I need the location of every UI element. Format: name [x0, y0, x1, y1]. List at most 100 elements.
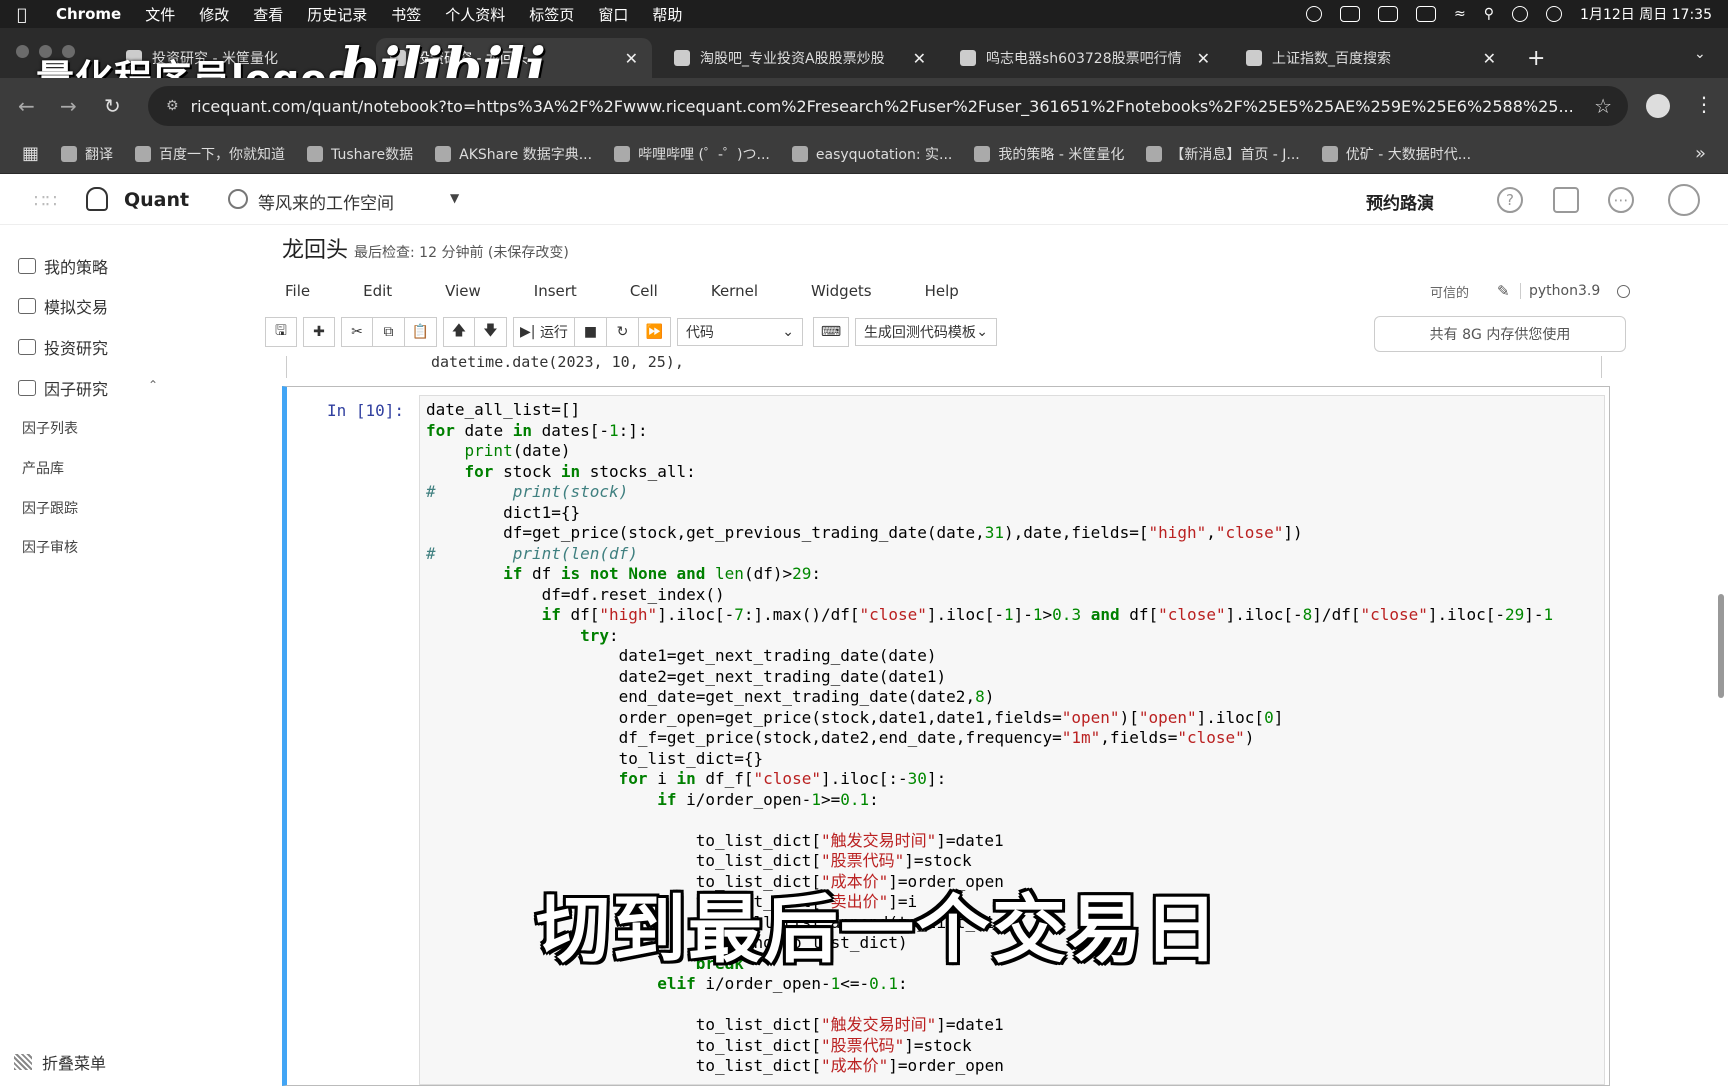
sidebar-item-paper-trading[interactable]: 模拟交易	[18, 294, 108, 318]
sidebar-item-my-strategies[interactable]: 我的策略	[18, 254, 108, 278]
code-line[interactable]: for i in df_f["close"].iloc[:-30]:	[426, 769, 1598, 790]
sidebar-subitem-factor-review[interactable]: 因子审核	[22, 537, 78, 557]
code-line[interactable]: to_list_dict["触发交易时间"]=date1	[426, 831, 1598, 852]
book-roadshow-link[interactable]: 预约路演	[1366, 189, 1434, 214]
tab-close-icon[interactable]: ✕	[913, 49, 926, 68]
url-text[interactable]: ricequant.com/quant/notebook?to=https%3A…	[191, 97, 1579, 116]
browser-tab[interactable]: 淘股吧_专业投资A股股票炒股 ✕	[660, 38, 940, 78]
code-line[interactable]: try:	[426, 626, 1598, 647]
code-line[interactable]: date1=get_next_trading_date(date)	[426, 646, 1598, 667]
nb-menu-insert[interactable]: Insert	[514, 282, 577, 300]
code-cell[interactable]: In [10]: date_all_list=[] for date in dat…	[282, 386, 1610, 1086]
workspace-selector[interactable]: 等风来的工作空间	[258, 189, 394, 214]
code-line[interactable]: to_list_dict["股票代码"]=stock	[426, 1036, 1598, 1057]
youdao-icon[interactable]	[1340, 6, 1361, 22]
user-avatar[interactable]	[1668, 184, 1700, 216]
backtest-template-select[interactable]: 生成回测代码模板 ⌄	[854, 318, 997, 346]
record-icon[interactable]	[1306, 6, 1323, 22]
menu-profiles[interactable]: 个人资料	[433, 4, 517, 25]
bookmark-item[interactable]: 优矿 - 大数据时代...	[1321, 144, 1471, 164]
close-window-button[interactable]	[16, 45, 29, 58]
edit-pencil-icon[interactable]: ✎	[1497, 282, 1510, 300]
help-icon[interactable]: ?	[1497, 187, 1523, 213]
bookmark-item[interactable]: 百度一下，你就知道	[135, 144, 285, 164]
code-line[interactable]: if df is not None and len(df)>29:	[426, 564, 1598, 585]
code-line[interactable]: df=get_price(stock,get_previous_trading_…	[426, 523, 1598, 544]
bookmark-item[interactable]: 哔哩哔哩 (゜-゜)つ...	[614, 144, 770, 164]
new-tab-icon[interactable]: +	[1527, 46, 1545, 71]
code-line[interactable]: end_date=get_next_trading_date(date2,8)	[426, 687, 1598, 708]
tab-close-icon[interactable]: ✕	[625, 49, 638, 68]
reload-icon[interactable]: ↻	[104, 94, 121, 118]
menu-history[interactable]: 历史记录	[295, 4, 379, 25]
code-line[interactable]: for stock in stocks_all:	[426, 462, 1598, 483]
code-line[interactable]	[426, 810, 1598, 831]
apps-grid-icon[interactable]: ▦	[22, 143, 39, 164]
page-scrollbar[interactable]	[1718, 594, 1724, 698]
wifi-icon[interactable]: ≈	[1454, 6, 1466, 22]
back-arrow-icon[interactable]: ←	[18, 94, 35, 118]
save-icon[interactable]: 🖫	[265, 317, 297, 347]
browser-tab[interactable]: 鸣志电器sh603728股票吧行情 ✕	[946, 38, 1224, 78]
nb-menu-view[interactable]: View	[425, 282, 481, 300]
code-line[interactable]: elif i/order_open-1<=-0.1:	[426, 974, 1598, 995]
menu-help[interactable]: 帮助	[640, 4, 694, 25]
code-line[interactable]: date_all_list=[]	[426, 400, 1598, 421]
tab-close-icon[interactable]: ✕	[1197, 49, 1210, 68]
app-grid-icon[interactable]: ∷∷	[34, 191, 57, 212]
code-line[interactable]: print(date)	[426, 441, 1598, 462]
code-line[interactable]: dict1={}	[426, 503, 1598, 524]
cut-icon[interactable]: ✂	[341, 317, 373, 347]
run-button[interactable]: ▶| 运行	[513, 317, 575, 347]
copy-icon[interactable]: ⧉	[373, 317, 405, 347]
menubar-clock[interactable]: 1月12日 周日 17:35	[1580, 4, 1712, 24]
menu-view[interactable]: 查看	[241, 4, 295, 25]
menu-edit[interactable]: 修改	[187, 4, 241, 25]
code-editor[interactable]: date_all_list=[] for date in dates[-1:]: …	[419, 395, 1605, 1085]
sidebar-item-research[interactable]: 投资研究	[18, 335, 108, 359]
control-center-icon[interactable]	[1512, 6, 1529, 22]
sidebar-item-factor-research[interactable]: 因子研究	[18, 376, 108, 400]
code-line[interactable]: # print(len(df)	[426, 544, 1598, 565]
trusted-indicator[interactable]: 可信的	[1430, 282, 1469, 301]
site-info-icon[interactable]: ⚙	[166, 98, 179, 114]
nb-menu-widgets[interactable]: Widgets	[791, 282, 872, 300]
code-line[interactable]: to_list_dict["成本价"]=order_open	[426, 1056, 1598, 1077]
chevron-down-icon[interactable]: ▼	[450, 191, 459, 205]
fold-menu-button[interactable]: 折叠菜单	[14, 1050, 106, 1074]
chat-icon[interactable]: ⋯	[1608, 187, 1634, 213]
input-method-icon[interactable]	[1416, 6, 1437, 22]
bookmark-item[interactable]: AKShare 数据字典...	[435, 144, 592, 164]
restart-run-all-icon[interactable]: ⏩	[638, 317, 671, 347]
chevron-up-icon[interactable]: ⌃	[148, 378, 158, 392]
chrome-menu-icon[interactable]: ⋮	[1694, 92, 1714, 116]
apple-icon[interactable]: 	[0, 5, 44, 24]
sidebar-subitem-factor-list[interactable]: 因子列表	[22, 418, 78, 438]
shirt-icon[interactable]	[1553, 187, 1579, 213]
menu-window[interactable]: 窗口	[586, 4, 640, 25]
code-line[interactable]: to_list_dict={}	[426, 749, 1598, 770]
bookmark-item[interactable]: easyquotation: 实...	[791, 144, 952, 164]
code-line[interactable]: df=df.reset_index()	[426, 585, 1598, 606]
nb-menu-cell[interactable]: Cell	[610, 282, 658, 300]
code-line[interactable]: to_list_dict["股票代码"]=stock	[426, 851, 1598, 872]
nb-menu-kernel[interactable]: Kernel	[691, 282, 758, 300]
bookmark-item[interactable]: Tushare数据	[307, 144, 413, 164]
ricequant-logo-icon[interactable]	[86, 187, 108, 211]
code-lines[interactable]: date_all_list=[] for date in dates[-1:]: …	[420, 396, 1604, 1081]
battery-icon[interactable]	[1378, 6, 1399, 22]
code-line[interactable]: if df["high"].iloc[-7:].max()/df["close"…	[426, 605, 1598, 626]
profile-avatar-icon[interactable]	[1646, 94, 1670, 118]
menu-app-name[interactable]: Chrome	[44, 5, 133, 23]
move-up-icon[interactable]: 🡅	[443, 317, 475, 347]
code-line[interactable]: if i/order_open-1>=0.1:	[426, 790, 1598, 811]
address-bar[interactable]: ⚙ ricequant.com/quant/notebook?to=https%…	[148, 86, 1628, 126]
keyboard-icon[interactable]: ⌨	[812, 317, 849, 347]
spotlight-search-icon[interactable]: ⚲	[1484, 6, 1494, 22]
interrupt-icon[interactable]: ■	[574, 317, 607, 347]
tab-search-chevron-icon[interactable]: ⌄	[1694, 46, 1706, 62]
forward-arrow-icon[interactable]: →	[60, 94, 77, 118]
sidebar-subitem-product-library[interactable]: 产品库	[22, 458, 64, 478]
notebook-title[interactable]: 龙回头	[282, 238, 348, 263]
more-bookmarks-icon[interactable]: »	[1695, 143, 1706, 164]
